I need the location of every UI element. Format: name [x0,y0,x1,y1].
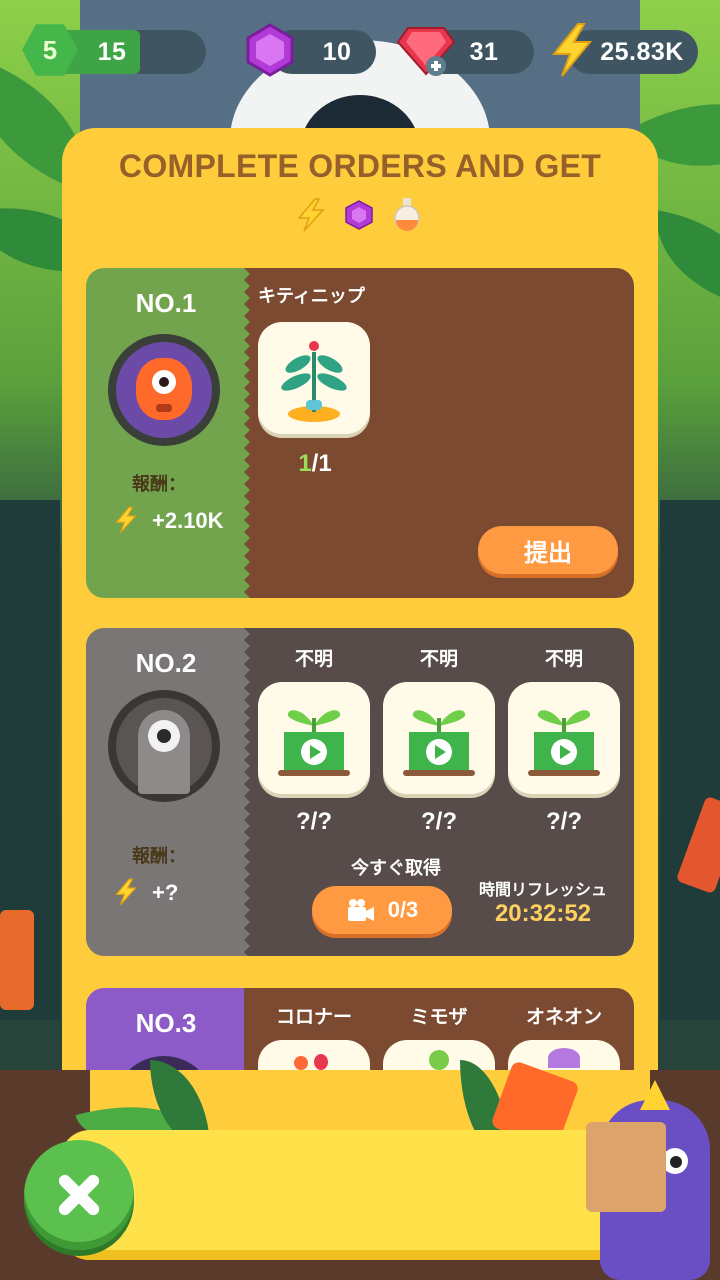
potion-icon [394,198,420,231]
red-gem-plus-icon[interactable] [396,24,456,78]
lightning-icon [297,198,325,232]
close-button[interactable] [24,1140,134,1250]
item-name: 不明 [419,648,458,670]
xp-value: 15 [97,37,127,66]
refresh-timer: 20:32:52 [494,900,592,927]
item-count: ?/? [546,808,582,835]
watch-video-button[interactable]: 0/3 [312,886,452,934]
reward-value: +2.10K [152,508,224,533]
order-card-2: NO.2 報酬： +? 不明 不明 不明 ?/? ?/? ?/? 今すぐ取得 0… [86,628,634,956]
reward-icons [296,196,426,236]
unknown-item-tile[interactable] [383,682,495,794]
reward-value: +? [152,880,179,905]
top-hud: 15 5 10 31 25.83K [0,0,720,110]
customer-avatar [108,334,220,446]
lightning-icon [115,878,137,906]
item-name: コロナー [275,1006,352,1028]
item-count: ?/? [296,808,332,835]
reward-label: 報酬： [132,846,186,867]
purple-gem-value: 10 [322,37,352,66]
level-value: 5 [42,34,58,65]
unknown-item-tile[interactable] [258,682,370,794]
reward-label: 報酬： [132,474,186,495]
item-name: ミモザ [410,1006,468,1028]
energy-value: 25.83K [600,37,684,66]
submit-button[interactable]: 提出 [478,526,618,574]
purple-gem-icon [345,200,373,230]
video-camera-icon [347,899,374,921]
lightning-icon [115,506,137,534]
order-number: NO.1 [135,288,197,318]
order-card-1: NO.1 報酬： +2.10K キティニップ 1/1 提出 [86,268,634,598]
item-name: 不明 [544,648,583,670]
close-icon [58,1174,100,1216]
item-count: ?/? [421,808,457,835]
order-number: NO.3 [135,1008,197,1038]
purple-gem-icon [246,23,294,77]
lightning-icon [551,23,593,77]
package-box [586,1122,666,1212]
order-number: NO.2 [135,648,197,678]
item-name: 不明 [294,648,333,670]
sprout-video-icon [528,710,600,776]
plant-icon [281,341,347,422]
count-have: 1 [298,450,312,477]
red-gem-value: 31 [469,37,499,66]
unknown-item-tile[interactable] [508,682,620,794]
video-count: 0/3 [387,897,419,922]
get-now-label: 今すぐ取得 [351,858,441,879]
customer-avatar [108,690,220,802]
count-total: /1 [311,450,332,477]
item-name: オネオン [525,1006,602,1028]
item-name: キティニップ [258,286,365,307]
item-count: 1/1 [250,450,380,478]
refresh-label: 時間リフレッシュ [478,880,607,899]
item-tile[interactable] [258,322,370,434]
panel-title: COMPLETE ORDERS AND GET [118,148,602,184]
sprout-video-icon [403,710,475,776]
sprout-video-icon [278,710,350,776]
